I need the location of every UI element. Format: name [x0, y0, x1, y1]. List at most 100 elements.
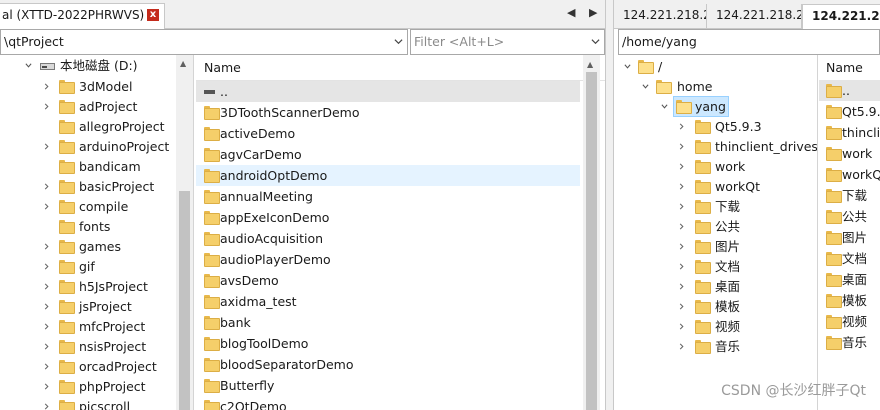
- tree-folder-item[interactable]: fonts: [0, 216, 175, 237]
- chevron-right-icon[interactable]: [43, 383, 50, 390]
- chevron-down-icon[interactable]: [642, 83, 649, 90]
- file-list-row[interactable]: Qt5.9.3: [819, 101, 880, 122]
- chevron-right-icon[interactable]: [678, 243, 685, 250]
- chevron-right-icon[interactable]: [43, 83, 50, 90]
- file-list-row[interactable]: audioPlayerDemo: [196, 249, 580, 270]
- tree-folder-item[interactable]: 3dModel: [0, 76, 175, 97]
- file-list-row[interactable]: appExeIconDemo: [196, 207, 580, 228]
- tab-scroll-left-icon[interactable]: ◀: [567, 6, 575, 19]
- file-list-row[interactable]: 3DToothScannerDemo: [196, 102, 580, 123]
- remote-tree-root[interactable]: /: [614, 56, 817, 77]
- tree-folder-item[interactable]: arduinoProject: [0, 136, 175, 157]
- tree-folder-item[interactable]: compile: [0, 196, 175, 217]
- file-list-row[interactable]: 下载: [819, 185, 880, 206]
- chevron-right-icon[interactable]: [43, 143, 50, 150]
- file-list-row[interactable]: 模板: [819, 290, 880, 311]
- tree-folder-item[interactable]: h5JsProject: [0, 276, 175, 297]
- chevron-right-icon[interactable]: [678, 123, 685, 130]
- chevron-down-icon[interactable]: [591, 37, 600, 46]
- tree-folder-item[interactable]: gif: [0, 256, 175, 277]
- file-list-row[interactable]: 音乐: [819, 332, 880, 353]
- chevron-down-icon[interactable]: [394, 37, 403, 46]
- file-list-row[interactable]: work: [819, 143, 880, 164]
- chevron-right-icon[interactable]: [678, 223, 685, 230]
- file-list-row[interactable]: Butterfly: [196, 375, 580, 396]
- chevron-right-icon[interactable]: [678, 303, 685, 310]
- file-list-row[interactable]: bank: [196, 312, 580, 333]
- file-list-row[interactable]: activeDemo: [196, 123, 580, 144]
- remote-tree-folder-item[interactable]: 图片: [614, 236, 817, 257]
- chevron-right-icon[interactable]: [678, 283, 685, 290]
- chevron-right-icon[interactable]: [43, 243, 50, 250]
- tree-folder-item[interactable]: bandicam: [0, 156, 175, 177]
- remote-tab-1[interactable]: 124.221.218.233: [614, 4, 707, 29]
- file-list-row[interactable]: thinclien: [819, 122, 880, 143]
- tree-folder-item[interactable]: nsisProject: [0, 336, 175, 357]
- chevron-down-icon[interactable]: [25, 62, 32, 69]
- remote-tree-folder-item[interactable]: 音乐: [614, 336, 817, 357]
- chevron-right-icon[interactable]: [43, 363, 50, 370]
- remote-tree-folder-item[interactable]: Qt5.9.3: [614, 116, 817, 137]
- file-list-row[interactable]: audioAcquisition: [196, 228, 580, 249]
- tree-folder-item[interactable]: jsProject: [0, 296, 175, 317]
- remote-tree-folder-item[interactable]: 桌面: [614, 276, 817, 297]
- chevron-right-icon[interactable]: [678, 203, 685, 210]
- filter-input[interactable]: Filter <Alt+L>: [410, 29, 605, 55]
- local-list-scrollbar[interactable]: ▲: [583, 55, 600, 410]
- local-tree-scrollbar[interactable]: ▲: [176, 55, 193, 410]
- remote-tree-folder-item[interactable]: 模板: [614, 296, 817, 317]
- remote-tab-3[interactable]: 124.221.218.233: [802, 4, 880, 29]
- file-list-row[interactable]: avsDemo: [196, 270, 580, 291]
- pane-divider[interactable]: [605, 0, 614, 410]
- remote-tree-folder-item[interactable]: 视频: [614, 316, 817, 337]
- chevron-down-icon[interactable]: [624, 63, 631, 70]
- remote-tree-user[interactable]: yang: [614, 96, 817, 117]
- local-tab[interactable]: al (XTTD-2022PHRWVS): [0, 3, 165, 29]
- parent-dir-row[interactable]: ..: [196, 81, 580, 102]
- chevron-down-icon[interactable]: [661, 103, 668, 110]
- scroll-thumb[interactable]: [586, 72, 597, 410]
- column-header-name[interactable]: Name: [196, 55, 605, 81]
- column-header-name[interactable]: Name: [819, 55, 880, 81]
- scroll-up-icon[interactable]: ▲: [180, 59, 186, 68]
- file-list-row[interactable]: 桌面: [819, 269, 880, 290]
- chevron-right-icon[interactable]: [43, 303, 50, 310]
- chevron-right-icon[interactable]: [43, 343, 50, 350]
- chevron-right-icon[interactable]: [678, 323, 685, 330]
- remote-tab-2[interactable]: 124.221.218.233: [707, 4, 802, 29]
- file-list-row[interactable]: agvCarDemo: [196, 144, 580, 165]
- tab-scroll-right-icon[interactable]: ▶: [589, 6, 597, 19]
- file-list-row[interactable]: bloodSeparatorDemo: [196, 354, 580, 375]
- file-list-row[interactable]: 文档: [819, 248, 880, 269]
- tree-folder-item[interactable]: adProject: [0, 96, 175, 117]
- chevron-right-icon[interactable]: [678, 183, 685, 190]
- tree-folder-item[interactable]: orcadProject: [0, 356, 175, 377]
- remote-tree-folder-item[interactable]: 公共: [614, 216, 817, 237]
- tree-folder-item[interactable]: mfcProject: [0, 316, 175, 337]
- remote-tree-folder-item[interactable]: 文档: [614, 256, 817, 277]
- chevron-right-icon[interactable]: [43, 263, 50, 270]
- chevron-right-icon[interactable]: [678, 163, 685, 170]
- chevron-right-icon[interactable]: [43, 283, 50, 290]
- chevron-right-icon[interactable]: [43, 323, 50, 330]
- chevron-right-icon[interactable]: [678, 263, 685, 270]
- chevron-right-icon[interactable]: [43, 203, 50, 210]
- remote-path-input[interactable]: /home/yang: [618, 29, 880, 55]
- chevron-right-icon[interactable]: [678, 143, 685, 150]
- remote-tree-folder-item[interactable]: work: [614, 156, 817, 177]
- chevron-right-icon[interactable]: [43, 403, 50, 410]
- remote-tree-folder-item[interactable]: thinclient_drives: [614, 136, 817, 157]
- remote-tree-home[interactable]: home: [614, 76, 817, 97]
- tree-folder-item[interactable]: allegroProject: [0, 116, 175, 137]
- local-path-input[interactable]: \qtProject: [0, 29, 408, 55]
- file-list-row[interactable]: workQt: [819, 164, 880, 185]
- close-icon[interactable]: x: [147, 9, 159, 21]
- chevron-right-icon[interactable]: [43, 103, 50, 110]
- tree-folder-item[interactable]: phpProject: [0, 376, 175, 397]
- tree-folder-item[interactable]: basicProject: [0, 176, 175, 197]
- chevron-right-icon[interactable]: [678, 343, 685, 350]
- tree-folder-item[interactable]: games: [0, 236, 175, 257]
- parent-dir-row[interactable]: ..: [819, 80, 880, 101]
- scroll-up-icon[interactable]: ▲: [587, 60, 593, 69]
- remote-tree-folder-item[interactable]: 下载: [614, 196, 817, 217]
